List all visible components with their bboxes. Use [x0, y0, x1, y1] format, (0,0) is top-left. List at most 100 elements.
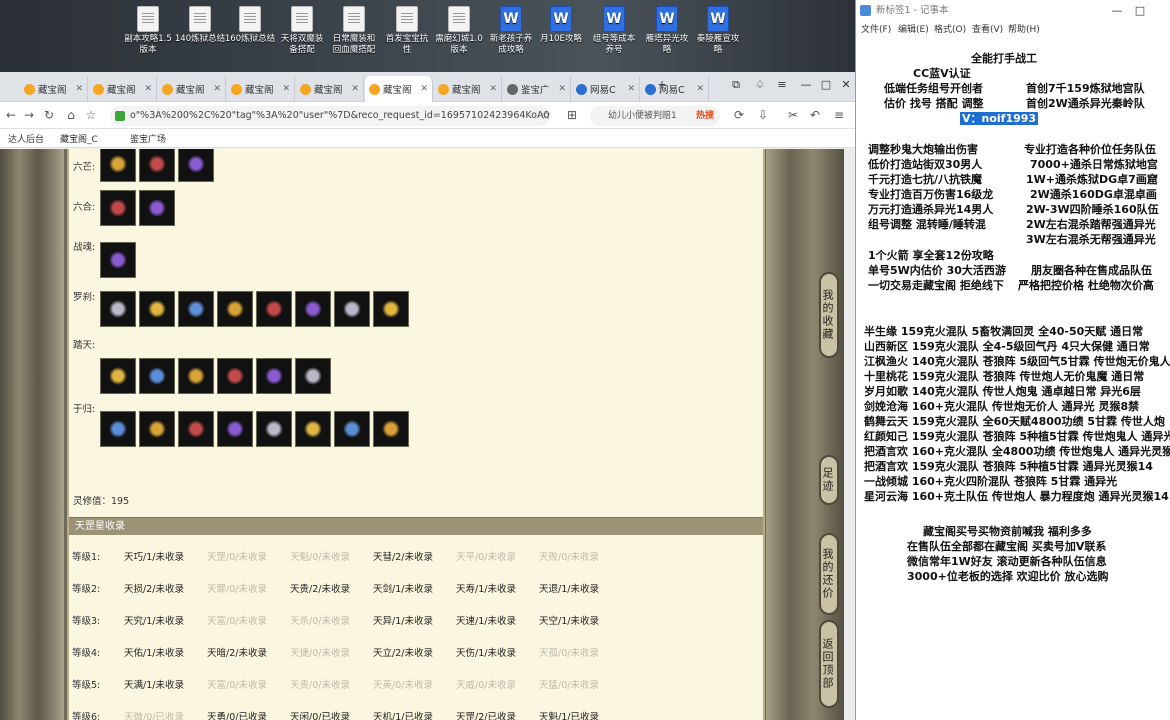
bookmark-star-icon[interactable]: ☆ [537, 106, 555, 124]
side-button[interactable]: 足迹 [819, 455, 839, 505]
equipment-item-icon[interactable] [139, 149, 175, 182]
browser-tab[interactable]: 藏宝阁 ✕ [365, 76, 433, 102]
equipment-item-icon[interactable] [217, 358, 253, 394]
desktop-icon[interactable]: W 秦陵雁宣攻 略 [692, 6, 744, 68]
equipment-item-icon[interactable] [256, 411, 292, 447]
desktop-icon[interactable]: 天将双魔装 备搭配 [276, 6, 328, 68]
notepad-text[interactable]: 全能打手战工 CC蓝V认证 低端任务组号开创者 首创7千159炼狱地宫队 估价 找号 搭… [856, 36, 1170, 720]
notepad-menu-item[interactable]: 帮助(H) [1008, 22, 1040, 35]
menu-icon[interactable]: ≡ [772, 75, 792, 95]
tab-close-icon[interactable]: ✕ [696, 84, 704, 94]
browser-tab[interactable]: 藏宝阁 ✕ [434, 76, 502, 102]
equipment-item-icon[interactable] [100, 190, 136, 226]
equipment-item-icon[interactable] [178, 411, 214, 447]
equipment-item-icon[interactable] [217, 291, 253, 327]
equipment-item-icon[interactable] [139, 291, 175, 327]
desktop-icon[interactable]: W 组号等成本 养号 [588, 6, 640, 68]
equipment-item-icon[interactable] [295, 358, 331, 394]
home-icon[interactable]: ⌂ [62, 106, 80, 124]
desktop-icon[interactable]: 需磨幻城1.0 版本 [433, 6, 485, 68]
skin-icon[interactable]: ♤ [750, 75, 770, 95]
equipment-item-icon[interactable] [100, 411, 136, 447]
new-tab-button[interactable]: + [652, 75, 672, 95]
address-bar[interactable]: o"%3A%200%2C%20"tag"%3A%20"user"%7D&reco… [110, 106, 550, 126]
equipment-item-icon[interactable] [217, 411, 253, 447]
forward-icon[interactable]: → [20, 106, 38, 124]
download-icon[interactable]: ⇩ [754, 106, 772, 124]
desktop-icon[interactable]: W 新老孩子养 成攻略 [485, 6, 537, 68]
side-button[interactable]: 返回顶部 [819, 620, 839, 708]
browser-tab[interactable]: 藏宝阁 ✕ [89, 76, 157, 102]
more-menu-icon[interactable]: ≡ [830, 106, 848, 124]
bookmark-item[interactable]: 鉴宝广场 [130, 132, 166, 145]
refresh-icon[interactable]: ↻ [40, 106, 58, 124]
equipment-item-icon[interactable] [139, 411, 175, 447]
equipment-item-icon[interactable] [178, 291, 214, 327]
notepad-menu-item[interactable]: 查看(V) [972, 22, 1003, 35]
bookmark-item[interactable]: 达人后台 [8, 132, 44, 145]
notepad-menu-item[interactable]: 编辑(E) [898, 22, 929, 35]
cut-icon[interactable]: ✂ [784, 106, 802, 124]
equipment-item-icon[interactable] [100, 291, 136, 327]
notepad-menu-item[interactable]: 格式(O) [934, 22, 966, 35]
equipment-item-icon[interactable] [139, 358, 175, 394]
browser-tab[interactable]: 网易C ✕ [572, 76, 640, 102]
equipment-item-icon[interactable] [100, 242, 136, 278]
tab-close-icon[interactable]: ✕ [627, 84, 635, 94]
tab-close-icon[interactable]: ✕ [75, 84, 83, 94]
desktop-icon[interactable]: W 月10E攻略 [535, 6, 587, 68]
equipment-item-icon[interactable] [334, 291, 370, 327]
equipment-item-icon[interactable] [178, 149, 214, 182]
undo-icon[interactable]: ↶ [806, 106, 824, 124]
notepad-line: 星河云海 160+克土队伍 传世炮人 暴力程度炮 通异光灵猴14 [864, 490, 1169, 503]
extension-icon[interactable]: ⟳ [730, 106, 748, 124]
notepad-maximize-button[interactable]: □ [1129, 0, 1151, 21]
equipment-item-icon[interactable] [256, 291, 292, 327]
desktop-icon[interactable]: 副本攻略1.5 版本 [122, 6, 174, 68]
equipment-item-icon[interactable] [334, 411, 370, 447]
search-input[interactable]: 幼儿小便被判赔1 热搜 [590, 106, 720, 126]
equipment-item-icon[interactable] [256, 358, 292, 394]
equipment-item-icon[interactable] [178, 358, 214, 394]
notepad-minimize-button[interactable]: — [1106, 0, 1128, 21]
browser-tab[interactable]: 藏宝阁 ✕ [158, 76, 226, 102]
browser-tab[interactable]: 藏宝阁 ✕ [296, 76, 364, 102]
tab-close-icon[interactable]: ✕ [282, 84, 290, 94]
side-button[interactable]: 我的还价 [819, 533, 839, 615]
star-icon[interactable]: ☆ [82, 106, 100, 124]
equipment-item-icon[interactable] [295, 291, 331, 327]
browser-tab[interactable]: 藏宝阁 ✕ [20, 76, 88, 102]
equipment-item-icon[interactable] [100, 358, 136, 394]
grid-icon[interactable]: ⊞ [563, 106, 581, 124]
desktop-icon[interactable]: W 雁塔异光攻 略 [641, 6, 693, 68]
tab-close-icon[interactable]: ✕ [213, 84, 221, 94]
browser-tab[interactable]: 鉴宝广 ✕ [503, 76, 571, 102]
equipment-item-icon[interactable] [295, 411, 331, 447]
notepad-line: V：noif1993 [960, 112, 1039, 126]
desktop-icon[interactable]: 160炼狱总结 [224, 6, 276, 68]
back-icon[interactable]: ← [2, 106, 20, 124]
desktop-icon[interactable]: 日常魔装和 回血魔搭配 [328, 6, 380, 68]
tab-close-icon[interactable]: ✕ [558, 84, 566, 94]
tab-close-icon[interactable]: ✕ [489, 84, 497, 94]
minimize-button[interactable]: — [796, 75, 816, 95]
equipment-item-icon[interactable] [373, 291, 409, 327]
equipment-item-icon[interactable] [100, 149, 136, 182]
equipment-item-icon[interactable] [373, 411, 409, 447]
star-entry: 天杀/0/未收录 [290, 616, 350, 627]
desktop-icon[interactable]: 首发宝宝抗 性 [381, 6, 433, 68]
side-button[interactable]: 我的收藏 [819, 272, 839, 358]
scrollbar[interactable] [844, 149, 855, 720]
tab-close-icon[interactable]: ✕ [144, 84, 152, 94]
close-window-button[interactable]: ✕ [836, 75, 856, 95]
equipment-item-icon[interactable] [139, 190, 175, 226]
tab-list-icon[interactable]: ⧉ [726, 75, 746, 95]
tab-close-icon[interactable]: ✕ [420, 84, 428, 94]
browser-tab[interactable]: 藏宝阁 ✕ [227, 76, 295, 102]
notepad-line: 严格把控价格 杜绝物次价高 [1018, 279, 1154, 292]
notepad-menu-item[interactable]: 文件(F) [861, 22, 891, 35]
bookmark-item[interactable]: 藏宝阁_C [60, 132, 98, 145]
desktop-icon[interactable]: 140炼狱总结 [174, 6, 226, 68]
maximize-button[interactable]: □ [816, 75, 836, 95]
tab-close-icon[interactable]: ✕ [351, 84, 359, 94]
